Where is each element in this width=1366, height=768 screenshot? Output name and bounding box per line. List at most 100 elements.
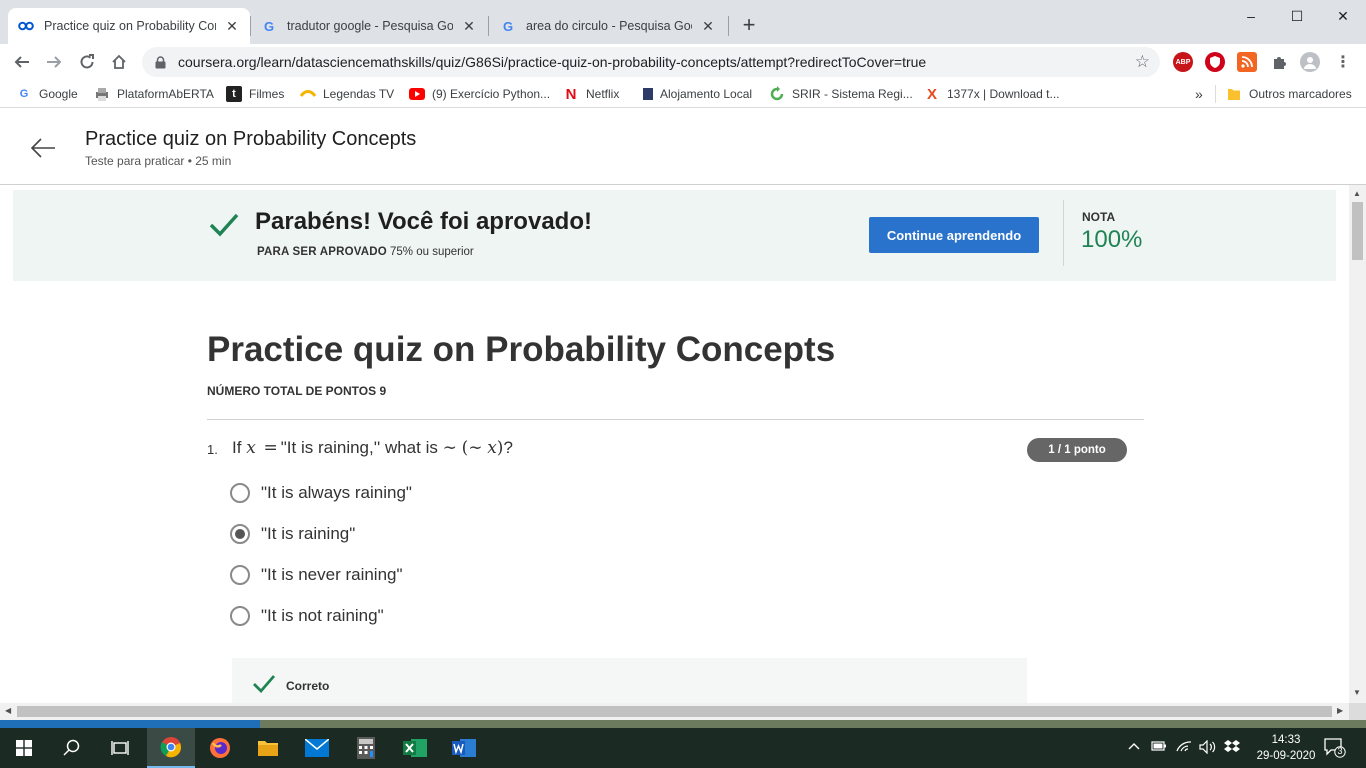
task-view-icon[interactable] (96, 728, 144, 768)
dropbox-icon[interactable] (1224, 740, 1240, 757)
radio-button[interactable] (230, 606, 250, 626)
bookmark-label: PlataformAbERTA (117, 87, 214, 101)
answer-option[interactable]: "It is not raining" (230, 604, 384, 628)
lock-icon (154, 55, 166, 69)
grade-value: 100% (1081, 226, 1143, 253)
bookmark-srir[interactable]: SRIR - Sistema Regi... (769, 85, 913, 103)
profile-avatar-icon[interactable] (1300, 52, 1320, 72)
bookmark-google[interactable]: G Google (16, 85, 78, 103)
search-icon[interactable] (48, 728, 96, 768)
ublock-icon[interactable] (1205, 52, 1225, 72)
scroll-right-arrow-icon[interactable]: ▶ (1337, 706, 1343, 715)
url-text: coursera.org/learn/datasciencemathskills… (178, 54, 927, 70)
home-button[interactable] (105, 48, 133, 76)
answer-option[interactable]: "It is never raining" (230, 563, 403, 587)
horizontal-scrollbar[interactable]: ◀ ▶ (0, 703, 1349, 720)
pass-message: Parabéns! Você foi aprovado! (255, 208, 592, 235)
math-operator: = (263, 438, 278, 458)
bookmark-1377x[interactable]: X 1377x | Download t... (924, 85, 1060, 103)
close-icon[interactable]: ✕ (461, 18, 477, 35)
reload-button[interactable] (73, 48, 101, 76)
bookmark-filmes[interactable]: t Filmes (226, 85, 284, 103)
answer-label: "It is never raining" (261, 565, 403, 584)
checkmark-icon (252, 674, 276, 694)
wifi-icon[interactable] (1176, 740, 1192, 755)
volume-icon[interactable] (1199, 739, 1217, 757)
new-tab-button[interactable]: + (738, 12, 760, 40)
tab-title: area do circulo - Pesquisa Google (526, 19, 692, 33)
tab-separator (488, 16, 489, 36)
excel-icon[interactable] (391, 728, 439, 768)
google-icon: G (19, 88, 29, 100)
continue-learning-button[interactable]: Continue aprendendo (869, 217, 1039, 253)
browser-toolbar: coursera.org/learn/datasciencemathskills… (0, 44, 1366, 80)
taskbar-clock[interactable]: 14:33 29-09-2020 (1256, 732, 1316, 764)
minimize-button[interactable]: – (1228, 0, 1274, 32)
word-icon[interactable] (440, 728, 488, 768)
windows-start-icon[interactable] (0, 728, 48, 768)
bookmark-legendas-tv[interactable]: Legendas TV (300, 85, 394, 103)
answer-option[interactable]: "It is raining" (230, 522, 355, 546)
tab-separator (728, 16, 729, 36)
pass-banner: Parabéns! Você foi aprovado! PARA SER AP… (13, 190, 1336, 281)
feedback-box: Correto (232, 658, 1027, 703)
mail-icon[interactable] (293, 728, 341, 768)
menu-kebab-icon[interactable]: ⋮ (1333, 52, 1353, 72)
bookmark-youtube[interactable]: (9) Exercício Python... (409, 85, 550, 103)
scrollbar-thumb[interactable] (17, 706, 1332, 717)
quiz-title: Practice quiz on Probability Concepts (207, 330, 836, 369)
battery-icon[interactable] (1151, 740, 1167, 755)
notification-center-icon[interactable]: 3 (1324, 738, 1346, 761)
maximize-button[interactable]: ☐ (1274, 0, 1320, 32)
bookmark-star-icon[interactable]: ☆ (1135, 52, 1150, 72)
bookmark-label: Filmes (249, 87, 285, 101)
file-explorer-icon[interactable] (244, 728, 292, 768)
tab-area-circulo[interactable]: G area do circulo - Pesquisa Google ✕ (490, 8, 726, 44)
scroll-down-arrow-icon[interactable]: ▼ (1353, 688, 1361, 697)
scroll-left-arrow-icon[interactable]: ◀ (5, 706, 11, 715)
windows-taskbar: 14:33 29-09-2020 3 (0, 728, 1366, 768)
srir-icon (769, 86, 785, 102)
address-bar[interactable]: coursera.org/learn/datasciencemathskills… (142, 47, 1160, 77)
radio-button[interactable] (230, 483, 250, 503)
x-icon: X (926, 85, 937, 103)
radio-button-selected[interactable] (230, 524, 250, 544)
bookmarks-overflow-button[interactable]: » (1195, 85, 1203, 103)
netflix-icon: N (565, 85, 577, 103)
close-icon[interactable]: ✕ (224, 18, 240, 35)
vertical-scrollbar[interactable]: ▲ ▼ (1349, 185, 1366, 703)
question-text: If x = "It is raining,'' what is ∼ (∼ x)? (232, 438, 513, 458)
scrollbar-thumb[interactable] (1352, 202, 1363, 260)
close-icon[interactable]: ✕ (700, 18, 716, 35)
bookmarks-divider (1215, 85, 1216, 103)
answer-option[interactable]: "It is always raining" (230, 481, 412, 505)
show-hidden-icons-chevron[interactable] (1128, 740, 1140, 754)
forward-button[interactable] (40, 48, 68, 76)
answer-label: "It is raining" (261, 524, 356, 543)
calculator-icon[interactable] (342, 728, 390, 768)
back-button[interactable] (8, 48, 36, 76)
extensions-puzzle-icon[interactable] (1269, 52, 1289, 72)
legendas-icon (300, 86, 316, 102)
scroll-up-arrow-icon[interactable]: ▲ (1353, 189, 1361, 198)
tab-coursera[interactable]: Practice quiz on Probability Conc ✕ (8, 8, 250, 44)
back-arrow-icon[interactable] (28, 133, 58, 163)
radio-button[interactable] (230, 565, 250, 585)
close-window-button[interactable]: ✕ (1320, 0, 1366, 32)
adblock-plus-icon[interactable]: ABP (1173, 52, 1193, 72)
bookmark-plataformaberta[interactable]: PlataformAbERTA (94, 85, 214, 103)
tumblr-icon: t (226, 86, 242, 102)
math-not-operator: ∼ (442, 438, 457, 458)
chrome-taskbar-icon[interactable] (147, 728, 195, 768)
bookmark-netflix[interactable]: N Netflix (563, 85, 620, 103)
notification-count: 3 (1337, 746, 1343, 756)
tab-tradutor[interactable]: G tradutor google - Pesquisa Goog ✕ (251, 8, 487, 44)
rss-icon[interactable] (1237, 52, 1257, 72)
page-header: Practice quiz on Probability Concepts Te… (0, 109, 1366, 185)
bookmark-other-folder[interactable]: Outros marcadores (1226, 85, 1352, 103)
bookmark-alojamento-local[interactable]: Alojamento Local (637, 85, 752, 103)
question-mark: ? (503, 438, 513, 457)
tab-strip: Practice quiz on Probability Conc ✕ G tr… (0, 0, 1366, 44)
folder-icon (1226, 86, 1242, 102)
firefox-taskbar-icon[interactable] (196, 728, 244, 768)
